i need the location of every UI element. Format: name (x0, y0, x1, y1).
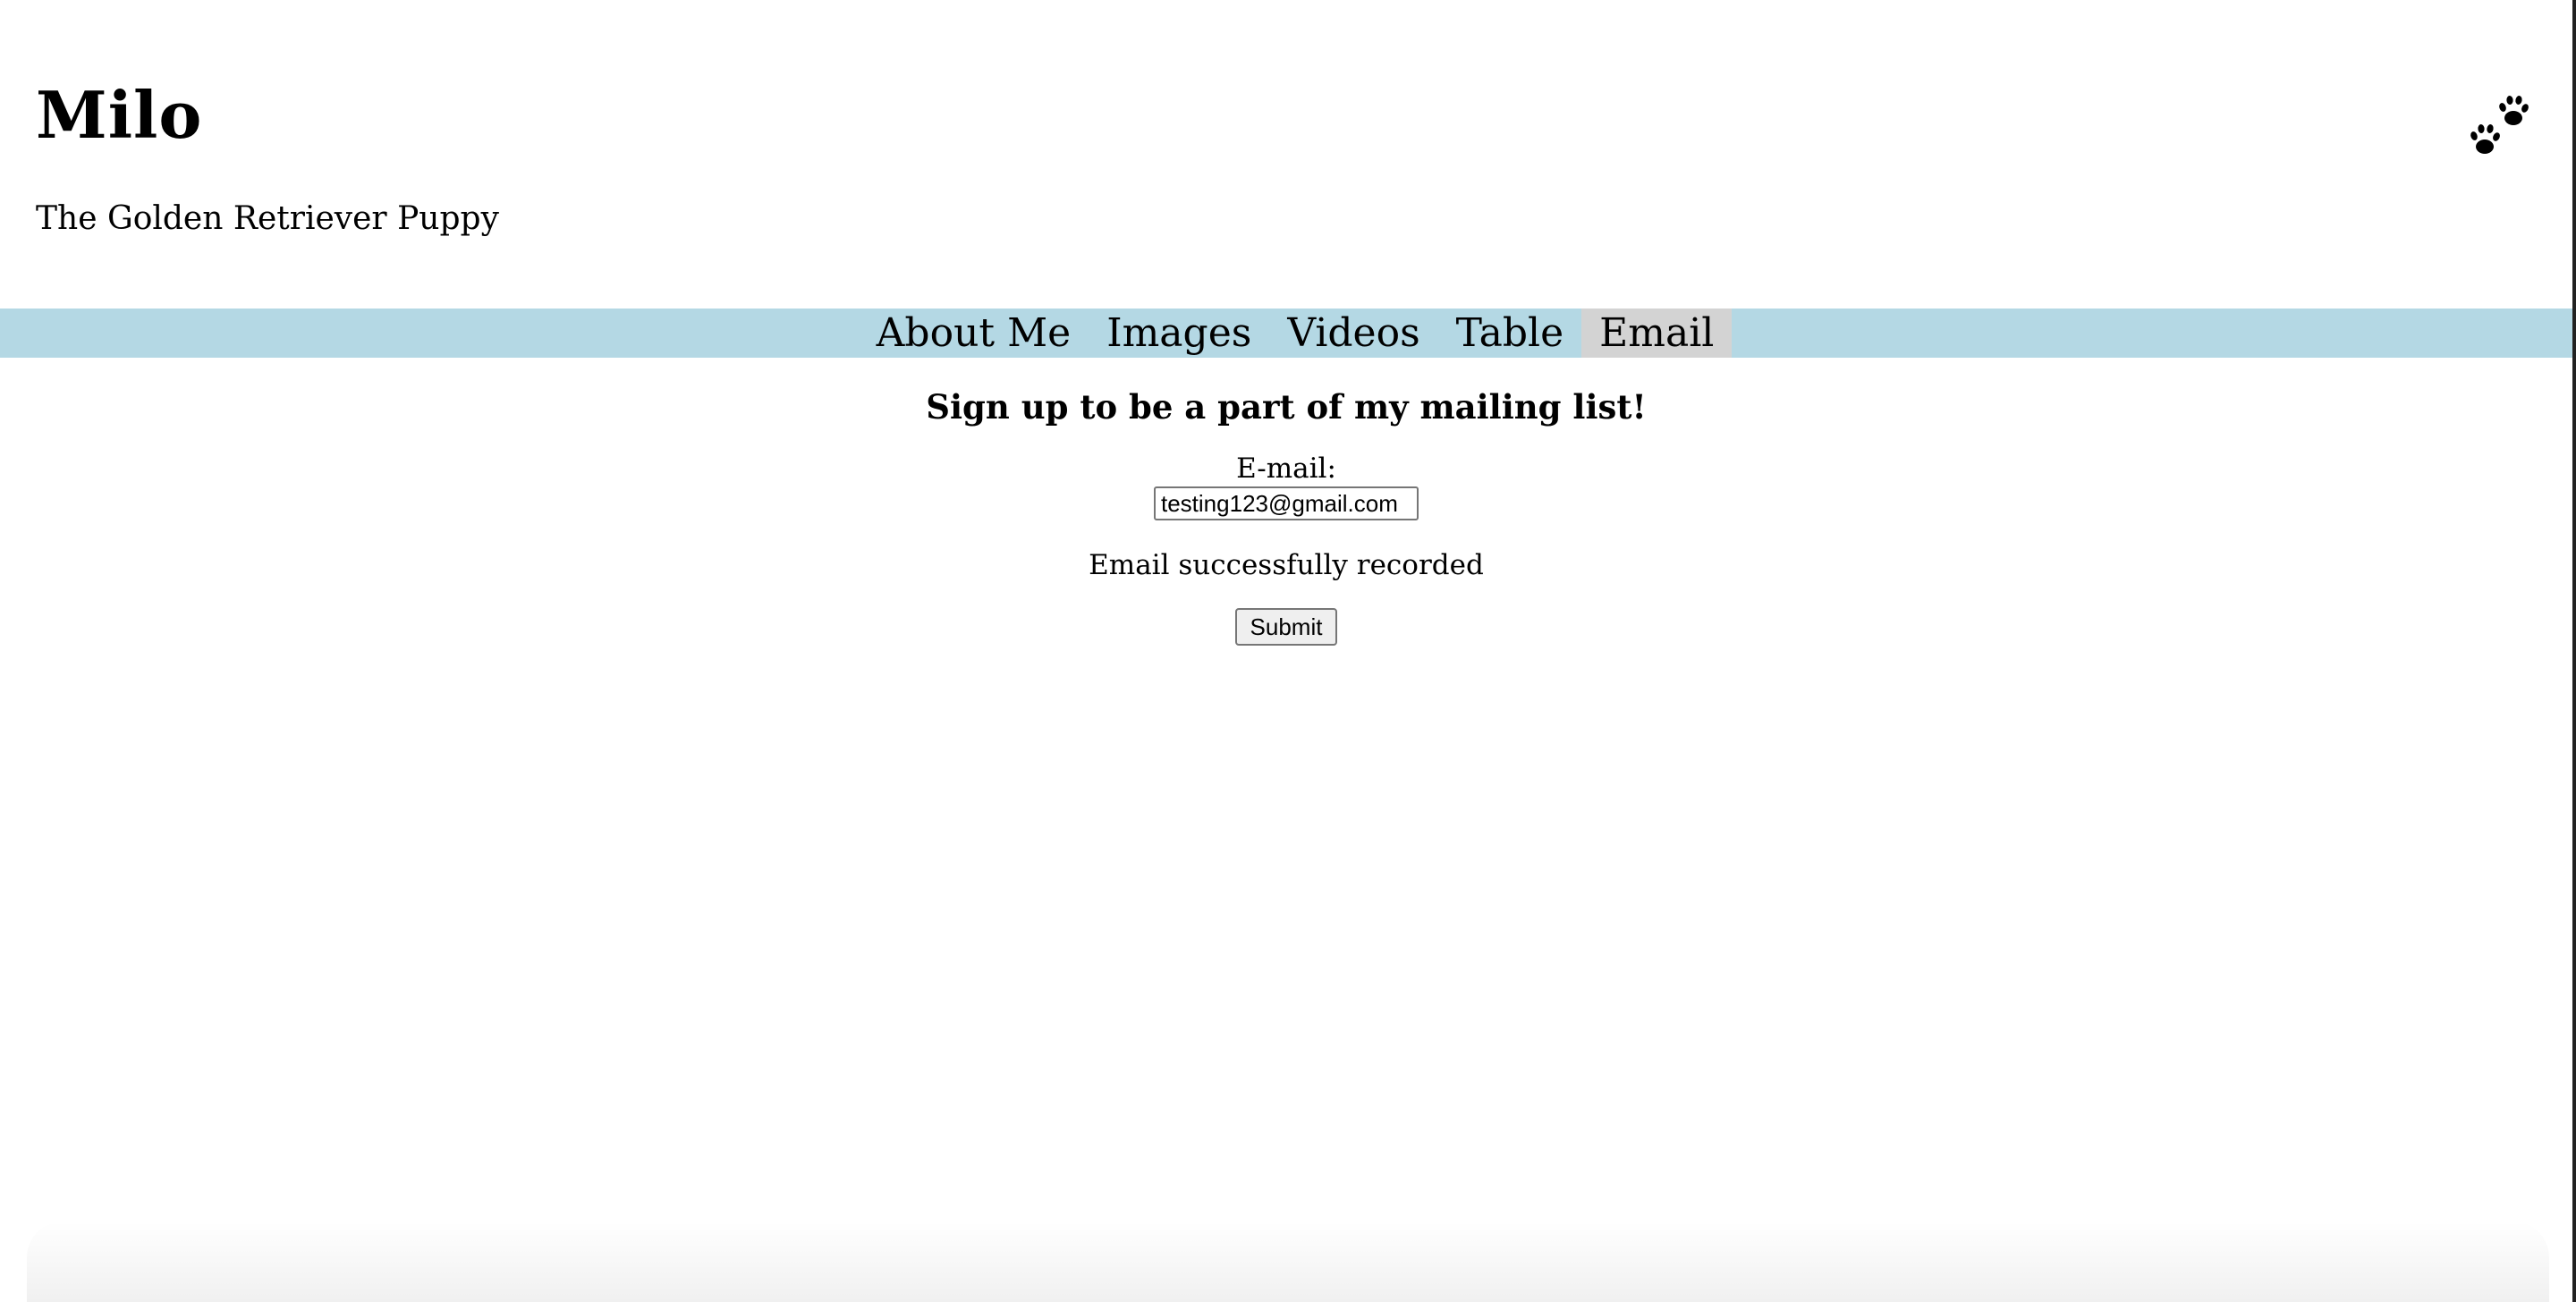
nav-item-email[interactable]: Email (1581, 309, 1733, 358)
submit-button[interactable]: Submit (1235, 608, 1337, 646)
nav-item-images[interactable]: Images (1089, 309, 1269, 358)
nav-list: About Me Images Videos Table Email (841, 309, 1733, 358)
email-input[interactable] (1154, 486, 1419, 520)
page-frame (0, 0, 2576, 1302)
site-subtitle: The Golden Retriever Puppy (36, 200, 499, 237)
mailing-list-section: Sign up to be a part of my mailing list!… (0, 358, 2572, 646)
nav-bar: About Me Images Videos Table Email (0, 309, 2572, 358)
status-message: Email successfully recorded (1089, 549, 1484, 581)
email-label: E-mail: (1236, 452, 1336, 485)
site-title: Milo (36, 77, 203, 153)
nav-item-about-me[interactable]: About Me (859, 309, 1089, 358)
mailing-list-form: E-mail: Email successfully recorded Subm… (0, 451, 2572, 646)
bottom-shadow (27, 1222, 2549, 1302)
form-heading: Sign up to be a part of my mailing list! (926, 387, 1647, 427)
nav-item-table[interactable]: Table (1438, 309, 1581, 358)
paw-prints-icon (2470, 96, 2529, 154)
nav-item-videos[interactable]: Videos (1269, 309, 1437, 358)
